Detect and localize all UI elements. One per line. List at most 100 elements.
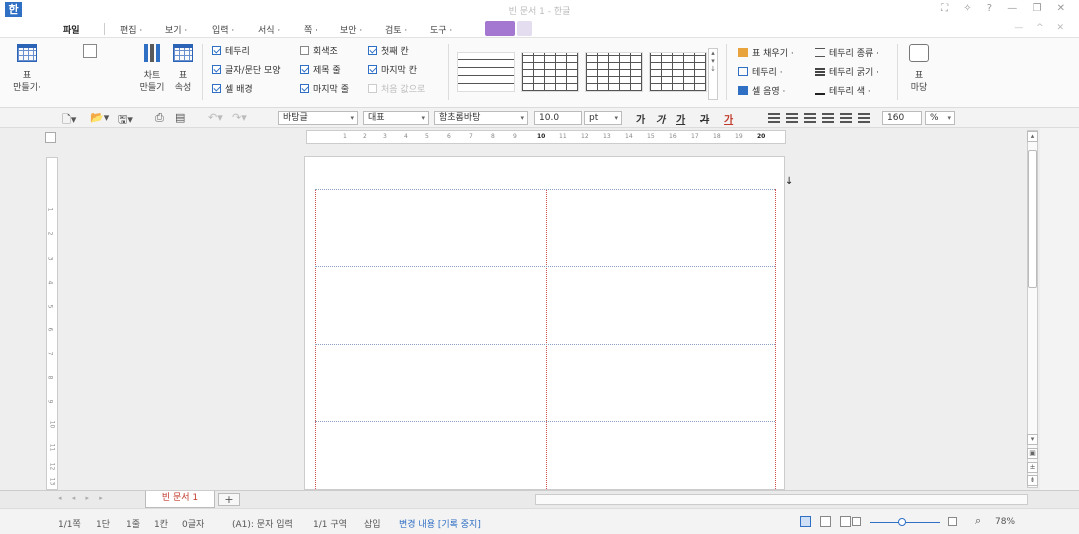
menu-file[interactable]: 파일 <box>63 23 80 36</box>
align-divide-icon[interactable] <box>858 113 870 123</box>
scroll-up-button[interactable]: ▴ <box>1027 131 1038 142</box>
window-controls[interactable]: ⛶ ✧ ? — ❐ ✕ <box>941 3 1071 14</box>
zoom-out-button[interactable] <box>852 517 861 526</box>
ruler-tick: 13 <box>603 133 611 140</box>
font-size-input[interactable]: 10.0 <box>534 111 582 125</box>
open-folder-icon[interactable]: 📂▾ <box>90 111 109 124</box>
ruler-tick: 6 <box>447 133 451 140</box>
border-type-button[interactable]: 테두리 종류 · <box>815 46 879 59</box>
align-center-icon[interactable] <box>804 113 816 123</box>
table-madang-button[interactable]: 표 마당 <box>903 44 935 94</box>
table-props-button[interactable]: 표 속성 <box>168 44 198 94</box>
align-justify-icon[interactable] <box>768 113 780 123</box>
style-select[interactable]: 바탕글 ▾ <box>278 111 358 125</box>
check-label: 제목 줄 <box>313 66 341 76</box>
strike-button[interactable]: 가 <box>700 111 709 126</box>
border-icon <box>738 67 748 76</box>
menu-insert[interactable]: 입력 · <box>212 23 234 36</box>
underline-button[interactable]: 가 <box>676 111 685 126</box>
cell-shade-button[interactable]: 셀 음영 · <box>738 84 785 97</box>
table-style-2[interactable] <box>521 52 579 92</box>
horizontal-scrollbar[interactable] <box>535 494 1028 505</box>
chart-make-button[interactable]: 차트 만들기 <box>135 44 169 94</box>
chevron-down-icon: ▾ <box>350 114 354 122</box>
status-column: 1단 <box>96 520 111 530</box>
ruler-corner-button[interactable] <box>45 132 56 143</box>
check-last-row[interactable]: 마지막 줄 <box>300 82 349 95</box>
undo-icon[interactable]: ↶▾ <box>208 111 223 124</box>
ruler-tick: 2 <box>363 133 367 140</box>
add-tab-button[interactable]: + <box>218 493 240 506</box>
zoom-in-button[interactable] <box>948 517 957 526</box>
table-madang-icon <box>909 44 929 62</box>
reset-default-button[interactable]: 처음 값으로 <box>368 82 425 95</box>
border-color-label: 테두리 색 · <box>829 87 871 97</box>
chart-icon <box>142 44 162 62</box>
page-view-button[interactable]: ▣ <box>1027 448 1038 459</box>
preview-icon[interactable]: ▤ <box>175 111 185 124</box>
horizontal-ruler[interactable]: 1 2 3 4 5 6 7 8 9 10 11 12 13 14 15 16 1… <box>306 130 786 144</box>
border-weight-button[interactable]: 테두리 굵기 · <box>815 65 879 78</box>
table-style-4[interactable] <box>649 52 707 92</box>
tab-doc-1[interactable]: 빈 문서 1 <box>145 491 215 508</box>
language-select[interactable]: 대표 ▾ <box>363 111 429 125</box>
vertical-ruler[interactable]: 1 2 3 4 5 6 7 8 9 10 11 12 13 <box>46 157 58 490</box>
menu-format[interactable]: 서식 · <box>258 23 280 36</box>
ruler-tick: 11 <box>559 133 567 140</box>
menu-tools[interactable]: 도구 · <box>430 23 452 36</box>
menu-table-layout[interactable] <box>517 21 532 36</box>
check-cell-bg[interactable]: 셀 배경 <box>212 82 253 95</box>
scroll-thumb[interactable] <box>1028 150 1037 288</box>
size-unit-select[interactable]: pt ▾ <box>584 111 622 125</box>
align-distribute-icon[interactable] <box>840 113 852 123</box>
document-page[interactable] <box>304 156 785 491</box>
print-icon[interactable]: ⎙ <box>155 111 164 125</box>
vruler-tick: 5 <box>46 304 54 309</box>
zoom-search-icon[interactable]: ⌕ <box>975 514 981 528</box>
check-char-para[interactable]: 글자/문단 모양 <box>212 63 281 76</box>
check-first-col[interactable]: 첫째 칸 <box>368 44 409 57</box>
line-spacing-unit[interactable]: % ▾ <box>925 111 955 125</box>
table-style-1[interactable] <box>457 52 515 92</box>
table-style-3[interactable] <box>585 52 643 92</box>
table-fill-button[interactable]: 표 채우기 · <box>738 46 794 59</box>
line-spacing-input[interactable]: 160 <box>882 111 922 125</box>
menu-review[interactable]: 검토 · <box>385 23 407 36</box>
italic-button[interactable]: 가 <box>656 111 665 126</box>
view-mode-full[interactable] <box>840 516 851 527</box>
zoom-level[interactable]: 78% <box>995 517 1015 527</box>
zoom-slider-knob[interactable] <box>898 518 906 526</box>
border-color-button[interactable]: 테두리 색 · <box>815 84 871 97</box>
ribbon-collapse-controls[interactable]: — ^ ✕ <box>1014 23 1069 33</box>
menu-security[interactable]: 보안 · <box>340 23 362 36</box>
next-page-button[interactable]: ⇟ <box>1027 475 1038 486</box>
align-left-icon[interactable] <box>786 113 798 123</box>
font-select[interactable]: 함초롬바탕 ▾ <box>434 111 528 125</box>
menu-view[interactable]: 보기 · <box>165 23 187 36</box>
align-right-icon[interactable] <box>822 113 834 123</box>
menu-table-design[interactable] <box>485 21 515 36</box>
border-weight-label: 테두리 굵기 · <box>829 68 879 78</box>
table-quick-icons[interactable] <box>50 44 130 66</box>
status-insert[interactable]: 삽입 <box>364 517 381 530</box>
prev-page-button[interactable]: ± <box>1027 462 1038 473</box>
vruler-tick: 10 <box>48 420 56 429</box>
check-border[interactable]: 테두리 <box>212 44 250 57</box>
menu-page[interactable]: 쪽 · <box>304 23 318 36</box>
check-header-row[interactable]: 제목 줄 <box>300 63 341 76</box>
track-changes-status[interactable]: 변경 내용 [기록 중지] <box>399 517 481 530</box>
border-button[interactable]: 테두리 · <box>738 65 783 78</box>
table-border-right <box>775 189 776 491</box>
redo-icon[interactable]: ↷▾ <box>232 111 247 124</box>
view-mode-normal[interactable] <box>800 516 811 527</box>
style-gallery-scroll[interactable]: ▴ ▾ ↓ <box>708 48 718 100</box>
view-mode-web[interactable] <box>820 516 831 527</box>
check-last-col[interactable]: 마지막 칸 <box>368 63 417 76</box>
scroll-down-button[interactable]: ▾ <box>1027 434 1038 445</box>
bold-button[interactable]: 가 <box>636 111 645 126</box>
font-color-button[interactable]: 가 <box>724 111 733 126</box>
tab-navigation[interactable]: ◂ ◂ ▸ ▸ <box>58 494 107 502</box>
menu-edit[interactable]: 편집 · <box>120 23 142 36</box>
table-make-button[interactable]: 표 만들기· <box>8 44 46 94</box>
check-grayscale[interactable]: 회색조 <box>300 44 338 57</box>
